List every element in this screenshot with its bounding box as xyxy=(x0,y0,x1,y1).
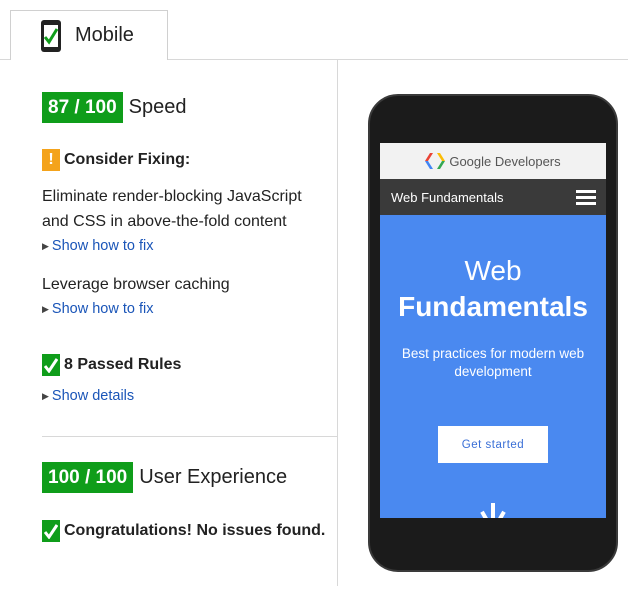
rule-text-line: Eliminate render-blocking JavaScript xyxy=(42,188,302,205)
expand-arrow-icon: ▶ xyxy=(42,390,49,401)
warning-icon: ! xyxy=(42,149,60,171)
passed-rules-label: 8 Passed Rules xyxy=(64,356,182,373)
section-divider xyxy=(42,436,337,437)
google-developers-bar: Google Developers xyxy=(380,143,606,179)
rule-render-blocking: Eliminate render-blocking JavaScript and… xyxy=(42,184,302,234)
hero-subtitle: Best practices for modern web developmen… xyxy=(401,346,585,379)
ux-message: Congratulations! No issues found. xyxy=(64,522,326,539)
passed-rules-heading: 8 Passed Rules xyxy=(42,354,181,376)
tab-bar: Mobile xyxy=(0,0,628,60)
tab-mobile-label: Mobile xyxy=(75,24,134,46)
speed-score-row: 87 / 100 Speed xyxy=(42,92,187,123)
get-started-button: Get started xyxy=(438,426,548,463)
ux-result: Congratulations! No issues found. xyxy=(42,520,325,542)
check-icon xyxy=(42,354,60,376)
ux-label: User Experience xyxy=(139,466,288,488)
site-nav-title: Web Fundamentals xyxy=(391,189,504,205)
phone-check-icon xyxy=(41,19,61,52)
hamburger-menu-icon xyxy=(576,190,596,205)
show-details-link[interactable]: ▶ Show details xyxy=(42,388,134,404)
rule-browser-caching: Leverage browser caching xyxy=(42,272,230,297)
tab-mobile[interactable]: Mobile xyxy=(10,10,168,60)
partial-logo-icon xyxy=(480,503,506,518)
column-divider xyxy=(337,60,338,586)
link-label: Show how to fix xyxy=(51,301,154,317)
expand-arrow-icon: ▶ xyxy=(42,303,49,314)
consider-fixing-heading: ! Consider Fixing: xyxy=(42,149,190,171)
speed-score-badge: 87 / 100 xyxy=(42,92,123,123)
check-icon xyxy=(42,520,60,542)
rule-text-line: Leverage browser caching xyxy=(42,276,230,293)
link-label: Show details xyxy=(51,388,135,404)
link-label: Show how to fix xyxy=(51,238,154,254)
show-how-to-fix-link[interactable]: ▶ Show how to fix xyxy=(42,238,153,254)
google-developers-logo-icon xyxy=(425,153,446,169)
ux-score-badge: 100 / 100 xyxy=(42,462,134,493)
phone-screen-preview: Google Developers Web Fundamentals Web F… xyxy=(380,143,606,518)
hero-title-line1: Web xyxy=(464,255,522,286)
show-how-to-fix-link[interactable]: ▶ Show how to fix xyxy=(42,301,153,317)
speed-label: Speed xyxy=(128,96,187,118)
brand-name: Google Developers xyxy=(449,153,561,169)
hero-title-line2: Fundamentals xyxy=(398,291,588,322)
rule-text-line: and CSS in above-the-fold content xyxy=(42,213,287,230)
expand-arrow-icon: ▶ xyxy=(42,240,49,251)
site-nav-bar: Web Fundamentals xyxy=(380,179,606,215)
ux-score-row: 100 / 100 User Experience xyxy=(42,462,287,493)
consider-fixing-label: Consider Fixing: xyxy=(64,151,191,168)
